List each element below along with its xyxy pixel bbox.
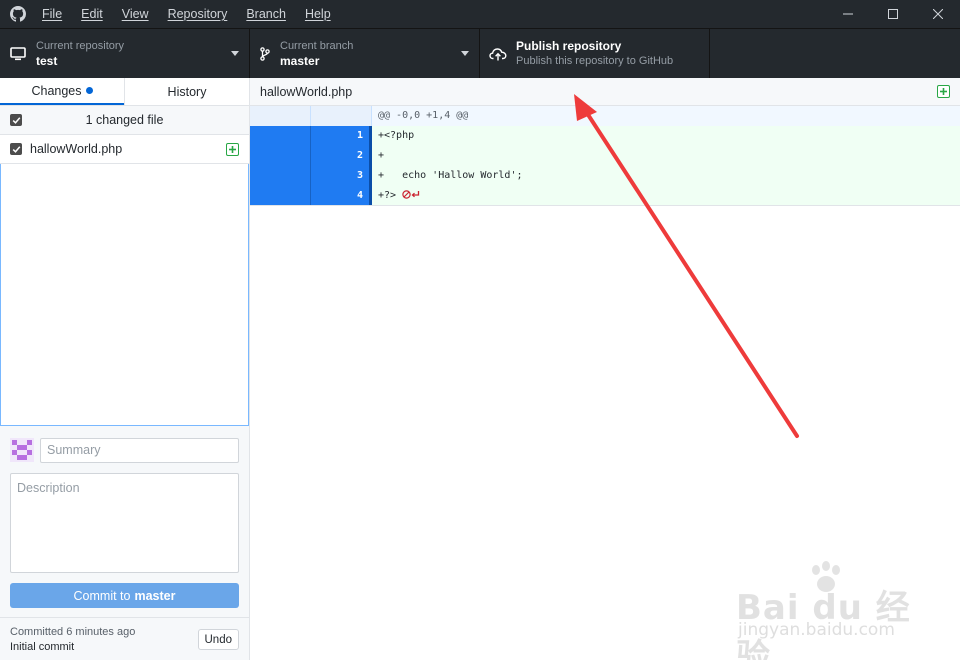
tab-history[interactable]: History (124, 78, 249, 105)
checkmark-icon (12, 116, 20, 124)
current-repository-button[interactable]: Current repository test (0, 29, 250, 78)
changed-file-count: 1 changed file (85, 113, 164, 127)
file-added-icon (937, 85, 950, 98)
diff-line[interactable]: 2 + (250, 146, 960, 166)
close-icon (932, 9, 943, 19)
branch-name: master (280, 53, 320, 68)
menu-file[interactable]: File (42, 7, 62, 21)
sidebar: Changes History 1 changed file hallowWor… (0, 78, 250, 660)
line-code: + (372, 146, 960, 166)
file-name: hallowWorld.php (30, 142, 123, 156)
no-newline-icon (402, 190, 411, 199)
diff-header: hallowWorld.php (250, 78, 960, 106)
toolbar: Current repository test Current branch m… (0, 28, 960, 78)
checkmark-icon (12, 145, 20, 153)
diff-view: @@ -0,0 +1,4 @@ 1 +<?php 2 + 3 + echo 'H… (250, 106, 960, 206)
line-number[interactable]: 3 (311, 166, 372, 186)
repository-label: Current repository (36, 39, 125, 52)
monitor-icon (0, 46, 36, 61)
select-all-checkbox[interactable] (10, 114, 22, 126)
branch-icon (250, 46, 280, 61)
watermark-url: jingyan.baidu.com (738, 620, 895, 640)
diff-line[interactable]: 3 + echo 'Hallow World'; (250, 166, 960, 186)
file-added-icon (226, 143, 239, 156)
menu-edit[interactable]: Edit (81, 7, 103, 21)
diff-line[interactable]: 4 +?> (250, 186, 960, 206)
line-number[interactable]: 4 (311, 186, 372, 206)
repository-name: test (36, 53, 58, 68)
line-number[interactable]: 1 (311, 126, 372, 146)
changed-files-header: 1 changed file (0, 106, 249, 135)
diff-line[interactable]: 1 +<?php (250, 126, 960, 146)
cloud-upload-icon (480, 47, 516, 61)
menu-bar: File Edit View Repository Branch Help (42, 7, 350, 21)
title-bar: File Edit View Repository Branch Help (0, 0, 960, 28)
branch-label: Current branch (280, 39, 354, 52)
menu-repository[interactable]: Repository (168, 7, 228, 21)
commit-button-prefix: Commit to (73, 588, 131, 603)
tab-changes-label: Changes (31, 83, 82, 98)
menu-help[interactable]: Help (305, 7, 331, 21)
file-include-checkbox[interactable] (10, 143, 22, 155)
description-input[interactable] (10, 473, 239, 573)
branch-caret-icon (461, 51, 469, 56)
maximize-button[interactable] (870, 0, 915, 28)
menu-branch[interactable]: Branch (246, 7, 286, 21)
return-arrow-icon (411, 191, 420, 198)
publish-repository-button[interactable]: Publish repository Publish this reposito… (480, 29, 710, 78)
menu-view[interactable]: View (122, 7, 149, 21)
line-code: +?> (378, 190, 397, 201)
publish-subtitle: Publish this repository to GitHub (516, 54, 674, 67)
maximize-icon (887, 9, 898, 19)
commit-form: Commit to master (0, 427, 249, 618)
publish-title: Publish repository (516, 38, 622, 53)
commit-button-branch: master (134, 588, 176, 603)
line-code: + echo 'Hallow World'; (372, 166, 960, 186)
diff-file-name: hallowWorld.php (260, 84, 353, 99)
undo-button[interactable]: Undo (197, 629, 239, 650)
baidu-watermark: Bai du 经验 jingyan.baidu.com (732, 560, 922, 660)
close-button[interactable] (915, 0, 960, 28)
hunk-header-row: @@ -0,0 +1,4 @@ (250, 106, 960, 126)
summary-input[interactable] (40, 437, 239, 463)
commit-button[interactable]: Commit to master (10, 583, 239, 608)
tab-history-label: History (167, 84, 207, 99)
repository-caret-icon (231, 51, 239, 56)
file-list-area (0, 164, 249, 426)
github-logo-icon (10, 6, 26, 22)
hunk-header: @@ -0,0 +1,4 @@ (378, 110, 469, 121)
tab-changes[interactable]: Changes (0, 78, 124, 105)
list-item[interactable]: hallowWorld.php (0, 135, 249, 164)
changes-indicator-dot (85, 87, 93, 94)
avatar (10, 438, 34, 462)
minimize-button[interactable] (825, 0, 870, 28)
window-controls (825, 0, 960, 28)
current-branch-button[interactable]: Current branch master (250, 29, 480, 78)
minimize-icon (842, 13, 853, 15)
line-code: +<?php (372, 126, 960, 146)
last-commit-panel: Committed 6 minutes ago Initial commit U… (0, 617, 249, 660)
line-number[interactable]: 2 (311, 146, 372, 166)
sidebar-tabs: Changes History (0, 78, 249, 106)
